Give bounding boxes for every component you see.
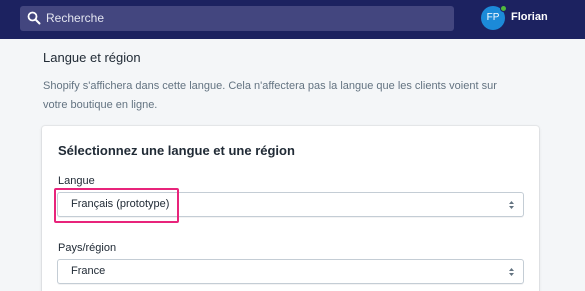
section-title: Langue et région: [43, 50, 141, 65]
search-bar[interactable]: Recherche: [20, 6, 454, 31]
language-label: Langue: [58, 175, 95, 187]
online-status-dot: [500, 5, 507, 12]
user-name[interactable]: Florian: [511, 11, 548, 23]
search-icon: [27, 11, 41, 25]
region-select-value: France: [71, 265, 106, 277]
top-bar: Recherche FP Florian: [0, 0, 585, 39]
highlight-box: [54, 188, 179, 223]
select-arrows-icon: [509, 201, 514, 209]
card-title: Sélectionnez une langue et une région: [58, 143, 295, 158]
section-description: Shopify s'affichera dans cette langue. C…: [43, 80, 497, 111]
search-placeholder: Recherche: [46, 11, 105, 25]
region-label: Pays/région: [58, 242, 117, 254]
region-select[interactable]: France: [57, 259, 524, 284]
language-region-card: Sélectionnez une langue et une région La…: [42, 126, 539, 291]
select-arrows-icon: [509, 268, 514, 276]
user-name-fade: [545, 10, 585, 25]
